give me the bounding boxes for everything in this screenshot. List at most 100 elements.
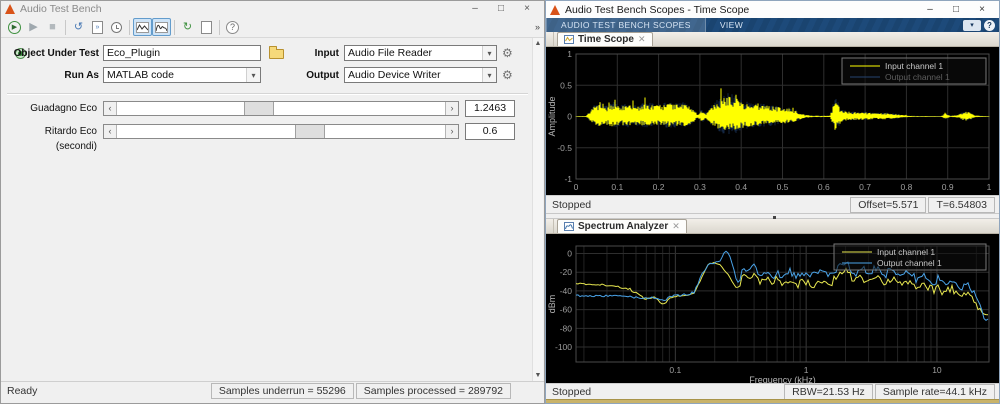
run-button[interactable]: ▶ <box>5 18 24 36</box>
slider-value[interactable]: 0.6 <box>465 123 515 140</box>
svg-text:0: 0 <box>567 112 572 122</box>
slider-left-arrow-icon[interactable]: ‹ <box>104 125 117 138</box>
slider-track[interactable]: ‹› <box>103 124 459 139</box>
svg-text:Frequency (kHz): Frequency (kHz) <box>749 375 816 383</box>
object-under-test-label: Object Under Test <box>11 46 99 61</box>
svg-text:1: 1 <box>987 182 992 192</box>
slider-label: Guadagno Eco <box>1 101 97 116</box>
latency-clock-button[interactable] <box>107 18 126 36</box>
tab-stub <box>546 32 554 46</box>
minimize-toolstrip-button[interactable]: ▾ <box>963 20 981 31</box>
status-cell: Samples underrun = 55296 <box>211 383 354 399</box>
slider-right-arrow-icon[interactable]: › <box>445 125 458 138</box>
status-bar: Ready Samples underrun = 55296Samples pr… <box>1 381 544 399</box>
titlebar: Audio Test Bench Scopes - Time Scope –□× <box>546 1 999 18</box>
slider-label: Ritardo Eco (secondi) <box>1 124 97 154</box>
status-text: Stopped <box>546 199 591 211</box>
svg-text:-0.5: -0.5 <box>557 143 572 153</box>
slider-thumb[interactable] <box>244 102 274 115</box>
play-button[interactable]: ▶ <box>24 18 43 36</box>
output-settings-gear-icon[interactable]: ⚙ <box>502 68 513 82</box>
svg-text:Output channel 1: Output channel 1 <box>877 258 942 268</box>
toolbar-overflow-icon[interactable]: » <box>535 22 540 32</box>
svg-text:0.5: 0.5 <box>560 80 572 90</box>
toolbar-separator <box>65 20 66 35</box>
run-as-select[interactable]: MATLAB code ▾ <box>103 67 261 83</box>
svg-text:-20: -20 <box>560 267 573 277</box>
app-icon <box>5 4 15 14</box>
matlab-logo-icon <box>550 5 560 15</box>
ribbon-tab-audio-test-bench-scopes[interactable]: AUDIO TEST BENCH SCOPES <box>546 18 706 32</box>
svg-text:0: 0 <box>567 248 572 258</box>
chevron-down-icon: ▾ <box>482 68 496 82</box>
minimize-button[interactable]: – <box>462 2 488 16</box>
spectrum-analyzer-toggle[interactable] <box>152 18 171 36</box>
maximize-button[interactable]: □ <box>943 3 969 17</box>
svg-text:0.2: 0.2 <box>653 182 665 192</box>
scroll-down-icon[interactable]: ▼ <box>533 372 543 379</box>
svg-text:0.5: 0.5 <box>777 182 789 192</box>
tab-label: Time Scope <box>578 34 634 45</box>
close-button[interactable]: × <box>969 3 995 17</box>
folder-icon[interactable] <box>269 49 284 59</box>
slider-track[interactable]: ‹› <box>103 101 459 116</box>
input-settings-gear-icon[interactable]: ⚙ <box>502 46 513 60</box>
svg-text:-60: -60 <box>560 305 573 315</box>
ribbon-tab-view[interactable]: VIEW <box>706 18 757 32</box>
minimize-button[interactable]: – <box>917 3 943 17</box>
time-scope-status-bar: Stopped Offset=5.571T=6.54803 <box>546 195 999 213</box>
svg-text:0.3: 0.3 <box>694 182 706 192</box>
input-label: Input <box>299 46 339 61</box>
toolstrip: AUDIO TEST BENCH SCOPESVIEW ▾? <box>546 18 999 32</box>
svg-text:0.4: 0.4 <box>735 182 747 192</box>
tab-time-scope[interactable]: Time Scope ✕ <box>557 32 653 46</box>
reset-button[interactable]: ↺ <box>69 18 88 36</box>
toolbar: ▶▶■↺»↻? » <box>1 17 544 38</box>
screen: Audio Test Bench –□× ▶▶■↺»↻? » Object Un… <box>0 0 1000 404</box>
tab-spectrum-analyzer[interactable]: Spectrum Analyzer ✕ <box>557 219 687 233</box>
maximize-button[interactable]: □ <box>488 2 514 16</box>
window-controls: –□× <box>462 2 540 16</box>
svg-text:1: 1 <box>804 365 809 375</box>
object-under-test-input[interactable] <box>103 45 261 61</box>
input-select[interactable]: Audio File Reader ▾ <box>344 45 497 61</box>
window-title: Audio Test Bench Scopes - Time Scope <box>565 4 749 16</box>
output-select[interactable]: Audio Device Writer ▾ <box>344 67 497 83</box>
svg-text:-100: -100 <box>555 342 572 352</box>
audio-device-refresh-button[interactable]: ↻ <box>178 18 197 36</box>
slider-thumb[interactable] <box>295 125 325 138</box>
svg-text:Output channel 1: Output channel 1 <box>885 72 950 82</box>
spectrum-tabbar: Spectrum Analyzer ✕ <box>546 219 999 234</box>
chevron-down-icon: ▾ <box>246 68 260 82</box>
output-label: Output <box>299 68 339 83</box>
svg-text:10: 10 <box>932 365 942 375</box>
toolstrip-help-button[interactable]: ? <box>984 20 995 31</box>
window-bottom-border <box>546 399 999 403</box>
stop-button[interactable]: ■ <box>43 18 62 36</box>
status-text: Ready <box>1 385 37 397</box>
help-button[interactable]: ? <box>223 18 242 36</box>
slider-value[interactable]: 1.2463 <box>465 100 515 117</box>
svg-text:Amplitude: Amplitude <box>547 96 557 136</box>
open-document-button[interactable] <box>197 18 216 36</box>
close-icon[interactable]: ✕ <box>638 34 646 45</box>
toolbar-separator <box>174 20 175 35</box>
status-text: Stopped <box>546 386 591 398</box>
time-scope-toggle[interactable] <box>133 18 152 36</box>
slider-right-arrow-icon[interactable]: › <box>445 102 458 115</box>
generate-script-button[interactable]: » <box>88 18 107 36</box>
close-button[interactable]: × <box>514 2 540 16</box>
slider-left-arrow-icon[interactable]: ‹ <box>104 102 117 115</box>
close-icon[interactable]: ✕ <box>672 221 680 232</box>
svg-text:0.9: 0.9 <box>942 182 954 192</box>
svg-text:-80: -80 <box>560 323 573 333</box>
scrollbar[interactable]: ▲ ▼ <box>532 38 543 381</box>
status-cell: T=6.54803 <box>928 197 995 213</box>
output-select-value: Audio Device Writer <box>348 69 441 81</box>
status-cell: Sample rate=44.1 kHz <box>875 384 995 400</box>
chevron-down-icon: ▾ <box>482 46 496 60</box>
scroll-up-icon[interactable]: ▲ <box>533 40 543 47</box>
spectrum-tab-icon <box>564 222 574 231</box>
run-as-label: Run As <box>11 68 99 83</box>
svg-text:1: 1 <box>567 49 572 59</box>
